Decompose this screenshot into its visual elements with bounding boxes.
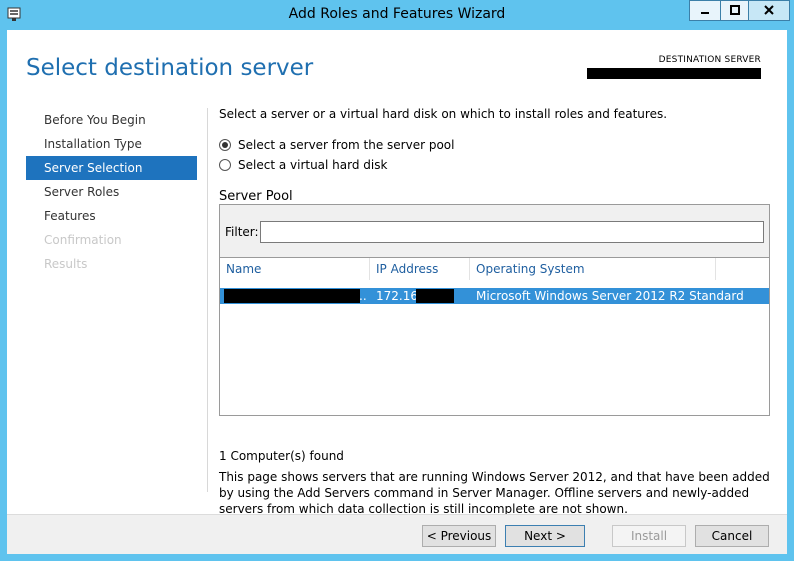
install-button: Install: [612, 525, 686, 547]
close-button[interactable]: [748, 0, 790, 21]
nav-item-server-roles[interactable]: Server Roles: [26, 180, 197, 204]
nav-divider: [207, 108, 208, 492]
filter-input[interactable]: [260, 221, 764, 243]
server-pool-label: Server Pool: [219, 189, 293, 204]
maximize-icon: [729, 4, 740, 18]
maximize-button[interactable]: [720, 0, 748, 21]
server-pool-box: Filter: Name IP Address Operating System…: [219, 204, 770, 416]
minimize-button[interactable]: [689, 0, 720, 21]
nav-item-before-you-begin[interactable]: Before You Begin: [26, 108, 197, 132]
destination-server-label: DESTINATION SERVER: [658, 55, 761, 65]
cell-ip: 172.16.: [376, 289, 422, 303]
wizard-window: Add Roles and Features Wizard Select des…: [0, 0, 794, 561]
computers-found: 1 Computer(s) found: [219, 449, 344, 463]
info-note: This page shows servers that are running…: [219, 470, 770, 516]
redacted-server-name: [587, 68, 761, 79]
grid-header: Name IP Address Operating System: [220, 258, 769, 280]
column-header-name[interactable]: Name: [226, 262, 261, 276]
table-row[interactable]: .. 172.16. Microsoft Windows Server 2012…: [220, 288, 769, 304]
wizard-nav: Before You Begin Installation Type Serve…: [26, 108, 197, 276]
radio-server-pool-indicator[interactable]: [219, 139, 231, 151]
cancel-button[interactable]: Cancel: [695, 525, 769, 547]
next-button[interactable]: Next >: [505, 525, 585, 547]
nav-item-server-selection[interactable]: Server Selection: [26, 156, 197, 180]
redacted-name-cell: [224, 289, 360, 303]
column-separator[interactable]: [369, 258, 370, 280]
radio-virtual-hard-disk-label: Select a virtual hard disk: [238, 158, 388, 172]
main-panel: Select a server or a virtual hard disk o…: [219, 107, 775, 516]
nav-item-installation-type[interactable]: Installation Type: [26, 132, 197, 156]
radio-server-pool[interactable]: Select a server from the server pool: [219, 138, 455, 152]
column-separator[interactable]: [715, 258, 716, 280]
nav-item-confirmation: Confirmation: [44, 233, 122, 247]
minimize-icon: [700, 4, 710, 18]
cell-os: Microsoft Windows Server 2012 R2 Standar…: [476, 289, 744, 303]
close-icon: [764, 4, 774, 18]
title-bar[interactable]: Add Roles and Features Wizard: [0, 0, 794, 30]
nav-item-results: Results: [44, 257, 88, 271]
radio-virtual-hard-disk-indicator[interactable]: [219, 159, 231, 171]
column-separator[interactable]: [469, 258, 470, 280]
cell-name: ..: [359, 289, 367, 303]
column-header-os[interactable]: Operating System: [476, 262, 585, 276]
wizard-footer: < Previous Next > Install Cancel: [7, 514, 787, 554]
column-header-ip[interactable]: IP Address: [376, 262, 438, 276]
page-title: Select destination server: [26, 55, 314, 81]
window-title: Add Roles and Features Wizard: [288, 6, 506, 22]
server-grid[interactable]: Name IP Address Operating System .. 172.…: [220, 257, 769, 415]
filter-label: Filter:: [225, 225, 259, 239]
radio-virtual-hard-disk[interactable]: Select a virtual hard disk: [219, 158, 387, 172]
wizard-content: Select destination server DESTINATION SE…: [7, 30, 787, 554]
redacted-ip-cell: [416, 289, 454, 303]
previous-button[interactable]: < Previous: [422, 525, 496, 547]
radio-server-pool-label: Select a server from the server pool: [238, 138, 455, 152]
nav-item-features[interactable]: Features: [26, 204, 197, 228]
intro-text: Select a server or a virtual hard disk o…: [219, 107, 668, 121]
